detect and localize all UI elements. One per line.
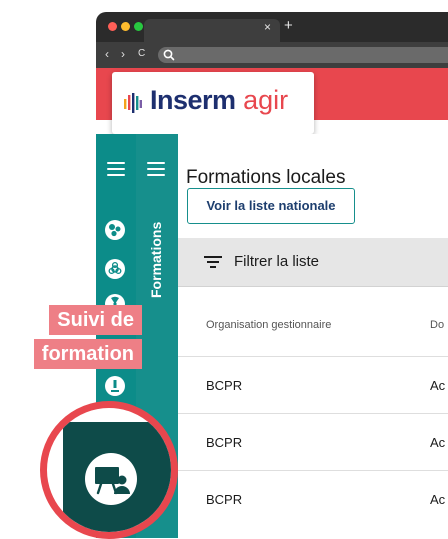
column-header-domain[interactable]: Do: [430, 318, 444, 332]
highlight-ring: [40, 401, 178, 539]
callout-line-1: Suivi de: [49, 305, 142, 335]
sidebar-section-label: Formations: [148, 221, 164, 298]
window-close-dot[interactable]: [108, 22, 117, 31]
search-icon: [163, 49, 175, 61]
forward-icon[interactable]: ›: [121, 47, 125, 61]
new-tab-icon[interactable]: +: [284, 18, 293, 34]
browser-address-bar: ‹ › C: [96, 42, 448, 68]
main-content: Formations locales Voir la liste nationa…: [178, 134, 448, 538]
logo-bars-icon: [124, 93, 142, 113]
table-cell: BCPR: [206, 378, 243, 393]
brand-agir: agir: [243, 85, 289, 115]
tab-close-icon[interactable]: ×: [264, 20, 271, 34]
window-maximize-dot[interactable]: [134, 22, 143, 31]
filter-icon: [204, 256, 222, 268]
column-header-organisation[interactable]: Organisation gestionnaire: [206, 318, 331, 332]
table-divider: [178, 470, 448, 471]
browser-tab[interactable]: [144, 19, 280, 42]
biohazard-icon[interactable]: [105, 259, 125, 279]
filter-label: Filtrer la liste: [234, 253, 320, 270]
table-cell: Ac: [430, 378, 446, 393]
table-cell: Ac: [430, 492, 446, 507]
training-presentation-icon[interactable]: [85, 453, 137, 505]
filter-bar[interactable]: Filtrer la liste: [178, 238, 448, 287]
url-field[interactable]: [158, 47, 448, 63]
table-divider: [178, 356, 448, 357]
biology-icon[interactable]: [105, 220, 125, 240]
reload-icon[interactable]: C: [138, 47, 145, 61]
browser-tab-bar: × +: [96, 12, 448, 42]
menu-icon[interactable]: [107, 162, 125, 176]
window-minimize-dot[interactable]: [121, 22, 130, 31]
table-cell: Ac: [430, 435, 446, 450]
national-list-button[interactable]: Voir la liste nationale: [187, 188, 355, 224]
brand-inserm: Inserm: [150, 85, 236, 115]
table-cell: BCPR: [206, 435, 243, 450]
page-title: Formations locales: [186, 166, 346, 188]
app-logo[interactable]: Inserm agir: [112, 72, 314, 134]
back-icon[interactable]: ‹: [105, 47, 109, 61]
section-menu-icon[interactable]: [147, 162, 165, 176]
microscope-icon[interactable]: [105, 376, 125, 396]
table-divider: [178, 413, 448, 414]
callout-line-2: formation: [33, 339, 142, 369]
app-brand: Inserm agir: [150, 84, 288, 116]
table-cell: BCPR: [206, 492, 243, 507]
